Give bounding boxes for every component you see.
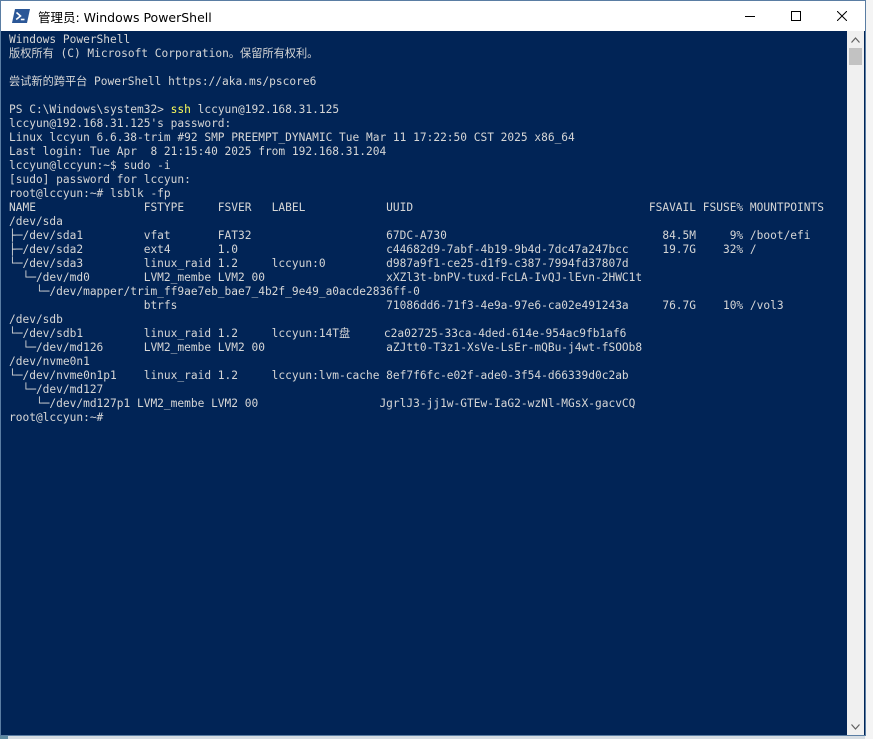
minimize-button[interactable] <box>727 1 773 31</box>
powershell-window[interactable]: 管理员: Windows PowerShell Windows PowerShe… <box>0 0 866 736</box>
title-bar[interactable]: 管理员: Windows PowerShell <box>1 1 865 31</box>
command-args: lccyun@192.168.31.125 <box>190 103 340 116</box>
terminal-line: └─/dev/nvme0n1p1 linux_raid 1.2 lccyun:l… <box>9 369 629 382</box>
terminal-line: Last login: Tue Apr 8 21:15:40 2025 from… <box>9 145 387 158</box>
scroll-down-button[interactable] <box>847 718 864 735</box>
minimize-icon <box>745 16 755 17</box>
prompt-text: PS C:\Windows\system32> <box>9 103 171 116</box>
terminal-line: lccyun@192.168.31.125's password: <box>9 117 232 130</box>
terminal-line: └─/dev/sda3 linux_raid 1.2 lccyun:0 d987… <box>9 257 629 270</box>
terminal-line: 尝试新的跨平台 PowerShell https://aka.ms/pscore… <box>9 75 317 88</box>
desktop-background-right <box>865 0 873 739</box>
terminal-line: └─/dev/mapper/trim_ff9ae7eb_bae7_4b2f_9e… <box>9 285 420 298</box>
terminal-line: /dev/nvme0n1 <box>9 355 90 368</box>
terminal-line: root@lccyun:~# <box>9 411 104 424</box>
terminal-line: └─/dev/md127p1 LVM2_membe LVM2 00 JgrlJ3… <box>9 397 636 410</box>
terminal-line: /dev/sda <box>9 215 63 228</box>
terminal-line: └─/dev/md0 LVM2_membe LVM2 00 xXZl3t-bnP… <box>9 271 643 284</box>
terminal-line: NAME FSTYPE FSVER LABEL UUID FSAVAIL FSU… <box>9 201 824 214</box>
close-icon <box>837 11 847 21</box>
scroll-up-button[interactable] <box>847 31 864 48</box>
window-title: 管理员: Windows PowerShell <box>38 9 212 25</box>
terminal-line: lccyun@lccyun:~$ sudo -i <box>9 159 171 172</box>
terminal-line: Linux lccyun 6.6.38-trim #92 SMP PREEMPT… <box>9 131 575 144</box>
close-button[interactable] <box>819 1 865 31</box>
terminal-line: ├─/dev/sda2 ext4 1.0 c44682d9-7abf-4b19-… <box>9 243 757 256</box>
terminal-line: btrfs 71086dd6-71f3-4e9a-97e6-ca02e49124… <box>9 299 784 312</box>
terminal-line: [sudo] password for lccyun: <box>9 173 191 186</box>
terminal-line: root@lccyun:~# lsblk -fp <box>9 187 171 200</box>
terminal-line: Windows PowerShell <box>9 33 131 46</box>
terminal-line: PS C:\Windows\system32> ssh lccyun@192.1… <box>9 103 339 117</box>
vertical-scrollbar[interactable] <box>847 31 864 735</box>
terminal-line: ├─/dev/sda1 vfat FAT32 67DC-A730 84.5M 9… <box>9 229 811 242</box>
scrollbar-thumb[interactable] <box>849 48 862 65</box>
maximize-button[interactable] <box>773 1 819 31</box>
terminal-line: └─/dev/md126 LVM2_membe LVM2 00 aZJtt0-T… <box>9 341 643 354</box>
terminal-line: /dev/sdb <box>9 313 63 326</box>
terminal-line: └─/dev/sdb1 linux_raid 1.2 lccyun:14T盘 c… <box>9 327 627 340</box>
terminal-line: 版权所有 (C) Microsoft Corporation。保留所有权利。 <box>9 47 319 60</box>
chevron-up-icon <box>851 36 860 43</box>
terminal-output[interactable]: Windows PowerShell 版权所有 (C) Microsoft Cor… <box>2 31 848 735</box>
command-text: ssh <box>170 103 191 116</box>
terminal-line: └─/dev/md127 <box>9 383 104 396</box>
chevron-down-icon <box>851 723 860 730</box>
maximize-icon <box>791 11 801 21</box>
powershell-icon[interactable] <box>12 8 30 24</box>
